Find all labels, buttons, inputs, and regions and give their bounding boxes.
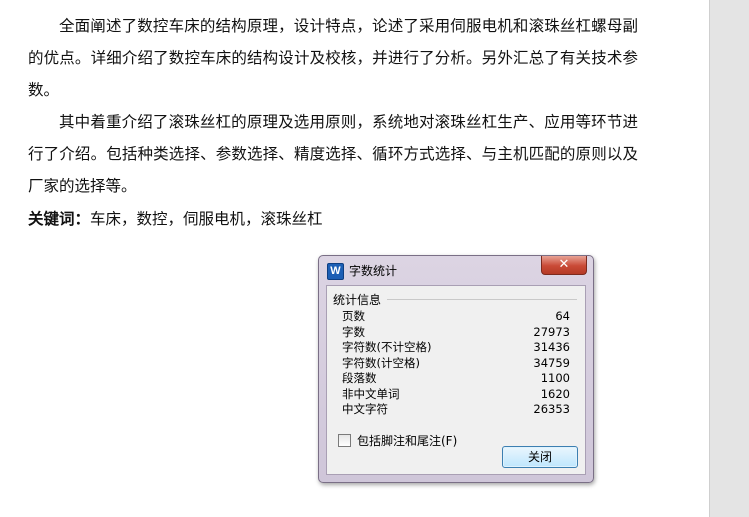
dialog-title: 字数统计: [349, 264, 398, 278]
paragraph: 全面阐述了数控车床的结构原理，设计特点，论述了采用伺服电机和滚珠丝杠螺母副的优点…: [28, 17, 638, 99]
stat-value: 31436: [533, 340, 570, 354]
stat-row: 段落数 1100: [342, 371, 570, 387]
stat-value: 34759: [533, 355, 570, 370]
stat-label: 字符数(不计空格): [342, 340, 432, 354]
checkbox-label[interactable]: 包括脚注和尾注(F): [357, 432, 457, 449]
stat-value: 64: [555, 309, 570, 323]
stat-row: 字符数(不计空格) 31436: [342, 340, 570, 356]
stat-value: 26353: [533, 402, 570, 416]
keywords-line: 关键词：车床，数控，伺服电机，滚珠丝杠: [28, 203, 638, 235]
stat-row: 页数 64: [342, 309, 570, 325]
stat-label: 非中文单词: [342, 386, 400, 401]
dialog-client-area: 统计信息 页数 64 字数 27973 字符数(不计空格) 31436 字符数(…: [326, 285, 586, 475]
dialog-titlebar[interactable]: W 字数统计 ✕: [319, 256, 593, 284]
stat-row: 中文字符 26353: [342, 402, 570, 418]
stats-list: 页数 64 字数 27973 字符数(不计空格) 31436 字符数(计空格) …: [342, 309, 570, 418]
word-count-dialog: W 字数统计 ✕ 统计信息 页数 64 字数 27973 字符数(不计空格) 3…: [318, 255, 594, 483]
document-body[interactable]: 全面阐述了数控车床的结构原理，设计特点，论述了采用伺服电机和滚珠丝杠螺母副的优点…: [28, 10, 638, 235]
stat-row: 字数 27973: [342, 325, 570, 341]
group-label: 统计信息: [333, 291, 385, 308]
stat-value: 27973: [533, 324, 570, 339]
paragraph: 其中着重介绍了滚珠丝杠的原理及选用原则，系统地对滚珠丝杠生产、应用等环节进行了介…: [28, 113, 638, 195]
include-footnotes-checkbox[interactable]: 包括脚注和尾注(F): [338, 432, 457, 449]
stat-row: 非中文单词 1620: [342, 387, 570, 403]
checkbox-box[interactable]: [338, 434, 351, 447]
stat-label: 字符数(计空格): [342, 355, 420, 370]
stat-label: 页数: [342, 309, 365, 323]
stat-label: 字数: [342, 324, 365, 339]
vertical-scrollbar[interactable]: [709, 0, 749, 517]
close-icon[interactable]: ✕: [541, 256, 587, 275]
keywords-value: 车床，数控，伺服电机，滚珠丝杠: [90, 210, 323, 228]
stat-row: 字符数(计空格) 34759: [342, 356, 570, 372]
keywords-label: 关键词：: [28, 210, 91, 228]
close-button[interactable]: 关闭: [502, 446, 578, 468]
stat-value: 1100: [540, 371, 570, 385]
stat-label: 段落数: [342, 371, 377, 385]
stat-label: 中文字符: [342, 402, 388, 416]
wps-app-icon: W: [327, 263, 344, 280]
group-divider: [387, 299, 577, 300]
stat-value: 1620: [540, 386, 570, 401]
